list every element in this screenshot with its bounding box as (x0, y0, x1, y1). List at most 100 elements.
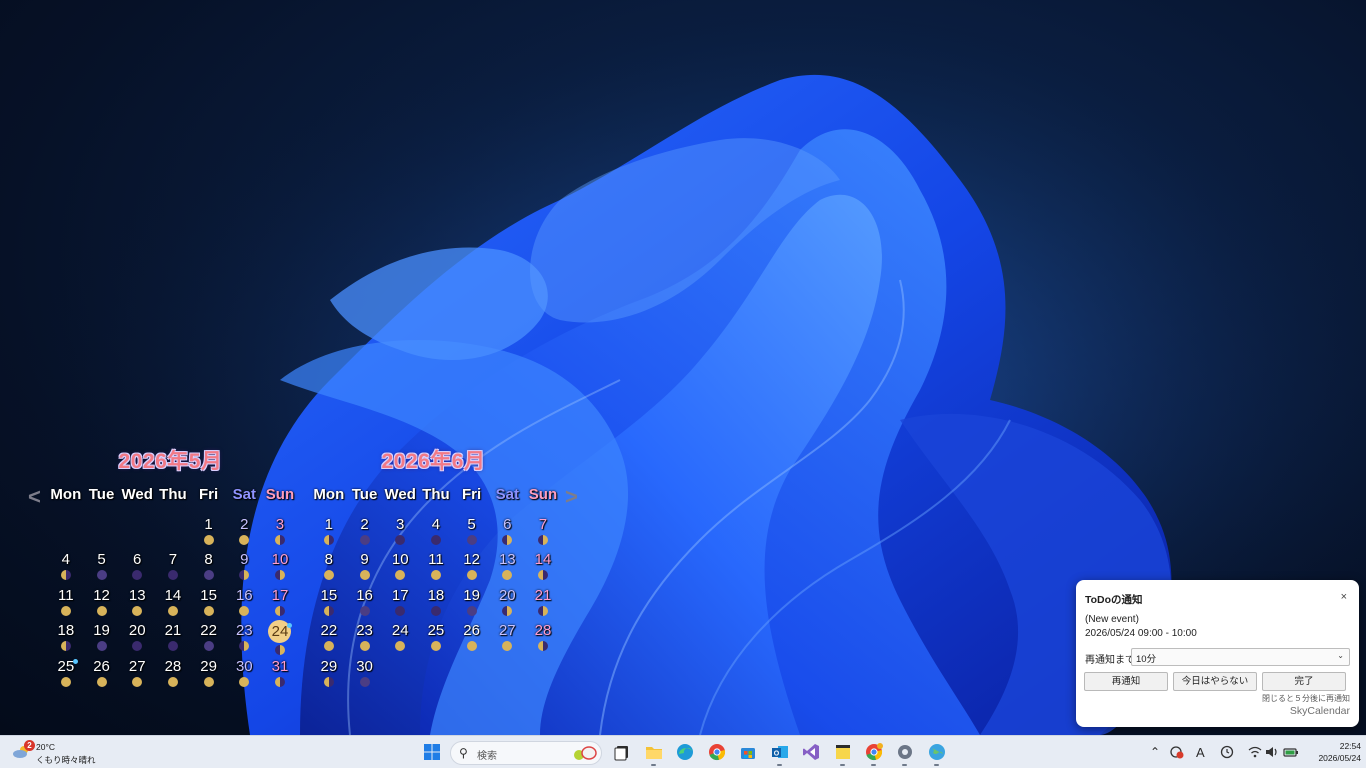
calendar-day[interactable]: 11 (418, 552, 454, 587)
sticky-notes-icon[interactable] (834, 743, 852, 761)
ime-indicator[interactable]: A (1196, 745, 1205, 760)
security-alert-icon[interactable] (1170, 745, 1184, 759)
calendar-day[interactable]: 19 (84, 623, 120, 658)
chrome-beta-icon[interactable] (865, 743, 883, 761)
calendar-day[interactable]: 31 (262, 657, 298, 694)
calendar-day[interactable]: 14 (155, 587, 191, 623)
calendar-day[interactable]: 4 (418, 517, 454, 552)
calendar-day[interactable]: 12 (84, 587, 120, 623)
calendar-day[interactable]: 14 (525, 552, 561, 587)
calendar-day[interactable]: 1 (191, 517, 227, 552)
globe-app-icon[interactable] (928, 743, 946, 761)
weekday-label: Sun (528, 486, 558, 503)
calendar-day[interactable]: 24 (262, 620, 298, 658)
calendar-day[interactable]: 22 (191, 623, 227, 658)
moon-phase-icon (167, 605, 178, 616)
calendar-day[interactable]: 11 (48, 587, 84, 623)
moon-phase-icon (274, 570, 285, 581)
calendar-day[interactable]: 5 (84, 552, 120, 587)
file-explorer-icon[interactable] (645, 743, 663, 761)
weather-widget[interactable]: 2 20°C くもり時々晴れ (10, 740, 100, 766)
calendar-day[interactable]: 28 (525, 623, 561, 658)
chrome-icon[interactable] (708, 743, 726, 761)
calendar-day[interactable]: 6 (119, 552, 155, 587)
calendar-day[interactable]: 21 (155, 623, 191, 658)
calendar-day-number: 31 (271, 657, 289, 675)
taskbar-search-box[interactable]: ⚲ 検索 (450, 741, 602, 765)
calendar-day[interactable]: 20 (119, 623, 155, 658)
calendar-day[interactable]: 2 (347, 517, 383, 552)
taskbar-clock[interactable]: 22:54 2026/05/24 (1306, 740, 1361, 764)
calendar-day-number: 9 (360, 551, 369, 569)
wifi-icon[interactable] (1248, 745, 1262, 759)
close-icon[interactable]: × (1341, 591, 1347, 603)
calendar-day[interactable]: 8 (191, 552, 227, 587)
calendar-day[interactable]: 13 (119, 587, 155, 623)
calendar-day[interactable]: 10 (262, 552, 298, 587)
visual-studio-icon[interactable] (802, 743, 820, 761)
microsoft-store-icon[interactable] (739, 743, 757, 761)
calendar-day[interactable]: 19 (454, 587, 490, 623)
calendar-day[interactable]: 30 (347, 658, 383, 694)
skip-today-button[interactable]: 今日はやらない (1173, 672, 1257, 691)
calendar-day-number: 1 (324, 516, 334, 533)
calendar-day[interactable]: 26 (454, 623, 490, 658)
task-view-icon[interactable] (613, 743, 631, 761)
calendar-prev-arrow[interactable]: < (28, 484, 41, 510)
calendar-day[interactable]: 22 (311, 623, 347, 658)
windows-start-icon[interactable] (423, 743, 441, 761)
calendar-day[interactable]: 7 (155, 552, 191, 587)
calendar-day[interactable]: 25 (418, 623, 454, 658)
calendar-day[interactable]: 9 (226, 552, 262, 587)
edge-icon[interactable] (676, 743, 694, 761)
calendar-day[interactable]: 8 (311, 552, 347, 587)
calendar-day[interactable]: 2 (226, 517, 262, 552)
calendar-day[interactable]: 16 (226, 587, 262, 623)
calendar-day-number: 14 (534, 551, 552, 569)
calendar-day[interactable]: 3 (262, 517, 298, 552)
calendar-next-arrow[interactable]: > (565, 484, 578, 510)
taskbar: 2 20°C くもり時々晴れ ⚲ 検索 O ⌃ A 22:54 2026/05/… (0, 735, 1366, 768)
chevron-up-icon[interactable]: ⌃ (1150, 745, 1160, 759)
calendar-day[interactable]: 7 (525, 517, 561, 552)
weekday-label: Sun (265, 486, 295, 503)
calendar-day[interactable]: 20 (489, 587, 525, 623)
battery-icon[interactable] (1283, 745, 1299, 759)
calendar-day[interactable]: 6 (489, 517, 525, 552)
clock-app-icon[interactable] (1220, 745, 1234, 759)
calendar-day[interactable]: 26 (84, 658, 120, 694)
calendar-day[interactable]: 18 (418, 587, 454, 623)
outlook-icon[interactable]: O (771, 743, 789, 761)
calendar-day[interactable]: 27 (489, 623, 525, 658)
calendar-day[interactable]: 3 (382, 517, 418, 552)
settings-gear-icon[interactable] (896, 743, 914, 761)
calendar-day[interactable]: 4 (48, 552, 84, 587)
calendar-day[interactable]: 15 (311, 587, 347, 623)
calendar-day[interactable]: 13 (489, 552, 525, 587)
calendar-day[interactable]: 27 (119, 658, 155, 694)
calendar-day[interactable]: 18 (48, 623, 84, 658)
calendar-day[interactable]: 10 (382, 552, 418, 587)
calendar-day[interactable]: 28 (155, 658, 191, 694)
calendar-day[interactable]: 9 (347, 552, 383, 587)
calendar-day[interactable]: 23 (347, 623, 383, 658)
calendar-day[interactable]: 15 (191, 587, 227, 623)
calendar-day[interactable]: 21 (525, 587, 561, 623)
calendar-day[interactable]: 24 (382, 623, 418, 658)
calendar-day[interactable]: 29 (311, 658, 347, 694)
calendar-day[interactable]: 25 (48, 658, 84, 694)
moon-phase-icon (96, 641, 107, 652)
snooze-select[interactable]: 10分 ⌄ (1131, 648, 1350, 666)
calendar-day[interactable]: 17 (382, 587, 418, 623)
volume-icon[interactable] (1265, 745, 1279, 759)
calendar-day[interactable]: 16 (347, 587, 383, 623)
snooze-button[interactable]: 再通知 (1084, 672, 1168, 691)
calendar-day[interactable]: 23 (226, 623, 262, 658)
calendar-day[interactable]: 1 (311, 517, 347, 552)
calendar-day[interactable]: 30 (226, 658, 262, 694)
calendar-day[interactable]: 5 (454, 517, 490, 552)
done-button[interactable]: 完了 (1262, 672, 1346, 691)
calendar-day[interactable]: 29 (191, 658, 227, 694)
calendar-day[interactable]: 17 (262, 587, 298, 623)
calendar-day[interactable]: 12 (454, 552, 490, 587)
